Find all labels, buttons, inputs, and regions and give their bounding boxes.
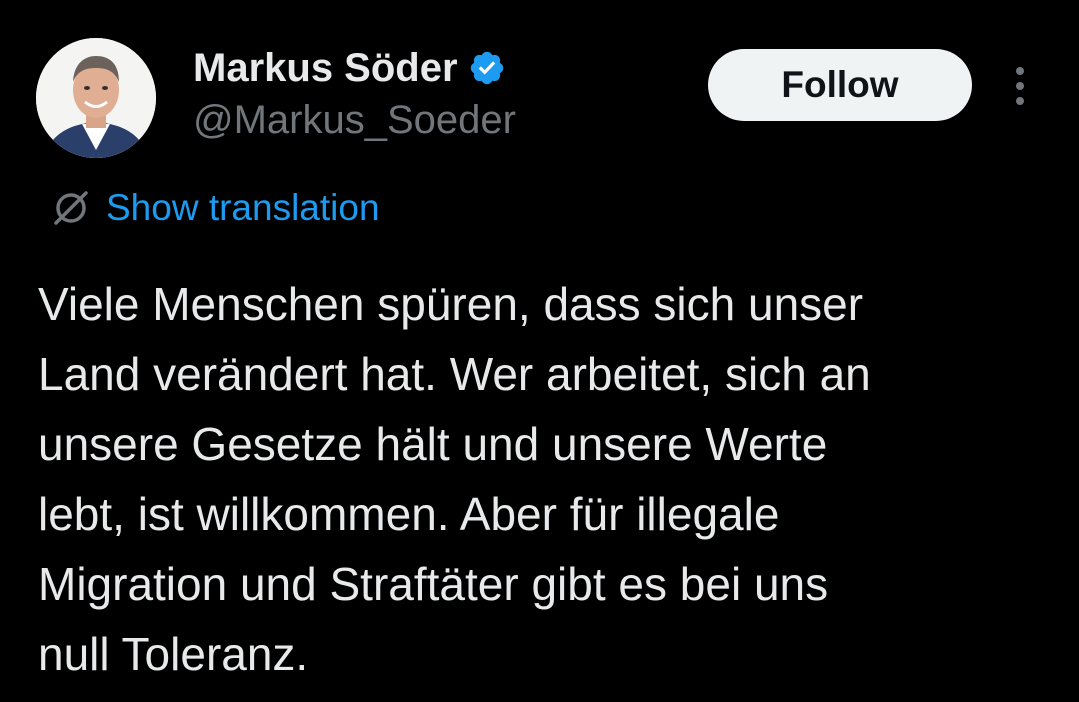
show-translation-link[interactable]: Show translation xyxy=(50,186,380,230)
tweet-text-line: null Toleranz. xyxy=(38,628,309,680)
avatar[interactable] xyxy=(36,38,156,158)
verified-badge-icon xyxy=(468,49,506,87)
author-display-name[interactable]: Markus Söder xyxy=(193,46,458,91)
tweet-text-line: unsere Gesetze hält und unsere Werte xyxy=(38,418,828,470)
author-name-row[interactable]: Markus Söder xyxy=(193,44,506,92)
author-handle[interactable]: @Markus_Soeder xyxy=(193,98,516,143)
tweet-card: Markus Söder @Markus_Soeder Follow Show … xyxy=(0,0,1079,702)
tweet-text-line: Land verändert hat. Wer arbeitet, sich a… xyxy=(38,348,871,400)
profile-photo xyxy=(36,38,156,158)
more-vertical-icon[interactable] xyxy=(1004,64,1036,108)
tweet-text-line: Migration und Straftäter gibt es bei uns xyxy=(38,558,829,610)
tweet-text-line: Viele Menschen spüren, dass sich unser xyxy=(38,278,864,330)
follow-button[interactable]: Follow xyxy=(708,49,972,121)
translate-icon xyxy=(50,187,92,229)
tweet-text-line: lebt, ist willkommen. Aber für illegale xyxy=(38,488,780,540)
show-translation-label[interactable]: Show translation xyxy=(106,187,380,229)
tweet-text: Viele Menschen spüren, dass sich unser L… xyxy=(38,269,1068,689)
